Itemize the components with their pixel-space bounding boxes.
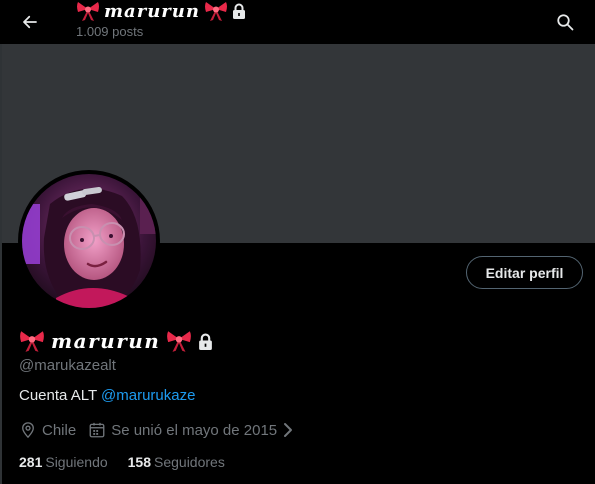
location-pin-icon <box>22 422 34 439</box>
chevron-right-icon <box>284 423 293 437</box>
search-icon <box>557 14 574 31</box>
avatar[interactable] <box>18 170 160 312</box>
search-button[interactable] <box>549 6 581 38</box>
ribbon-bow-icon <box>167 331 192 352</box>
joined-item[interactable]: Se unió el mayo de 2015 <box>88 421 294 439</box>
lock-icon <box>199 333 213 350</box>
posts-count: 1.009 posts <box>76 24 144 39</box>
edit-profile-button[interactable]: Editar perfil <box>466 256 583 289</box>
location-text: Chile <box>42 421 77 439</box>
joined-text: Se unió el mayo de 2015 <box>111 421 278 439</box>
profile-bio: Cuenta ALT @marurukaze <box>19 387 195 404</box>
lock-icon <box>232 3 245 19</box>
header-name-text: marurun <box>104 0 200 22</box>
arrow-left-icon <box>23 15 37 29</box>
profile-handle: @marukazealt <box>19 357 116 374</box>
location-item: Chile <box>19 421 76 439</box>
following-link[interactable]: 281 Siguiendo <box>19 454 108 470</box>
ribbon-bow-icon <box>77 2 99 21</box>
profile-meta: Chile Se unió el mayo de 2015 <box>19 420 294 440</box>
followers-link[interactable]: 158 Seguidores <box>128 454 225 470</box>
following-count: 281 <box>19 454 43 470</box>
profile-header-bar: marurun 1.009 posts <box>0 0 595 44</box>
ribbon-bow-icon <box>20 331 44 352</box>
bio-text: Cuenta ALT <box>19 387 102 404</box>
back-button[interactable] <box>14 6 46 38</box>
followers-count: 158 <box>127 454 151 470</box>
follow-stats: 281 Siguiendo 158 Seguidores <box>19 454 225 470</box>
avatar-image <box>22 174 156 308</box>
profile-name-text: marurun <box>51 329 161 353</box>
bio-mention-link[interactable]: @marurukaze <box>101 387 195 404</box>
header-display-name: marurun <box>76 0 246 22</box>
calendar-icon <box>89 422 105 438</box>
ribbon-bow-icon <box>204 2 227 21</box>
following-label: Siguiendo <box>45 454 108 470</box>
followers-label: Seguidores <box>154 454 225 470</box>
profile-display-name: marurun <box>19 326 213 356</box>
